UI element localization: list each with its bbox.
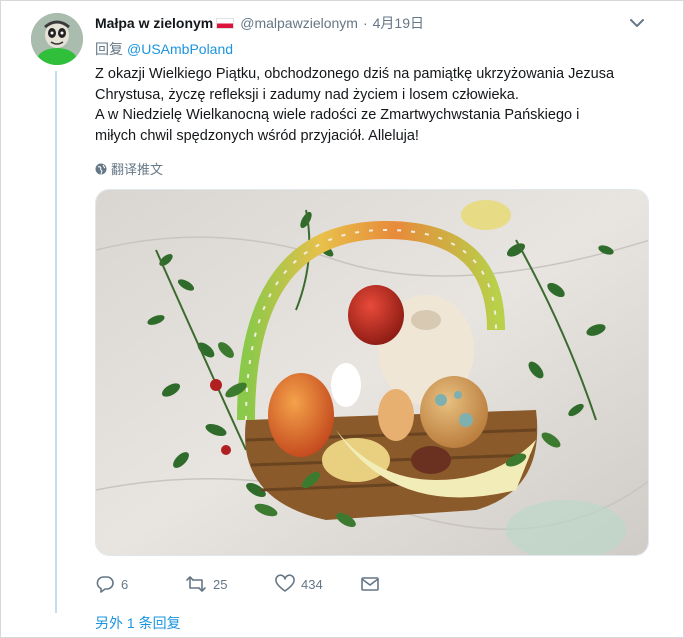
reply-button[interactable]: 6 [95,574,185,594]
translate-tweet-link[interactable]: 翻译推文 [95,159,163,178]
reply-to-link[interactable]: @USAmbPoland [127,41,233,57]
envelope-icon [361,577,379,591]
tweet-text-line: Z okazji Wielkiego Piątku, obchodzonego … [95,66,615,82]
thread-line [55,71,57,613]
author-name[interactable]: Małpa w zielonym [95,15,213,31]
tweet-text-line: Chrystusa, życzę refleksji i zadumy nad … [95,86,519,103]
header-separator: · [362,15,368,31]
reply-icon [96,576,114,593]
dm-button[interactable] [360,574,386,594]
tweet-photo[interactable] [95,189,649,556]
tweet-text-line: A w Niedzielę Wielkanocną wiele radości … [95,107,580,123]
tweet-text-line: miłych chwil spędzonych wśród przyjaciół… [95,127,419,144]
retweet-count: 25 [213,576,228,592]
tweet-header: Małpa w zielonym @malpawzielonym · 4月19日 [95,13,424,33]
translate-label: 翻译推文 [111,162,164,177]
reply-prefix: 回复 [95,41,123,57]
reply-context: 回复 @USAmbPoland [95,39,233,59]
tweet-actions: 6 25 434 [95,572,386,596]
reply-count: 6 [121,576,129,592]
chevron-down-icon[interactable] [629,15,645,31]
tweet-text: Z okazji Wielkiego Piątku, obchodzonego … [95,64,655,146]
author-handle[interactable]: @malpawzielonym [240,15,358,31]
globe-icon [95,163,107,174]
show-more-replies-link[interactable]: 另外 1 条回复 [95,613,181,633]
heart-icon [275,574,295,592]
retweet-icon [186,576,206,592]
tweet-card: Małpa w zielonym @malpawzielonym · 4月19日… [0,0,684,638]
like-count: 434 [301,576,323,592]
tweet-date[interactable]: 4月19日 [373,13,424,33]
like-button[interactable]: 434 [275,574,360,594]
retweet-button[interactable]: 25 [185,574,275,594]
avatar[interactable] [31,13,83,65]
poland-flag-icon [216,17,235,29]
